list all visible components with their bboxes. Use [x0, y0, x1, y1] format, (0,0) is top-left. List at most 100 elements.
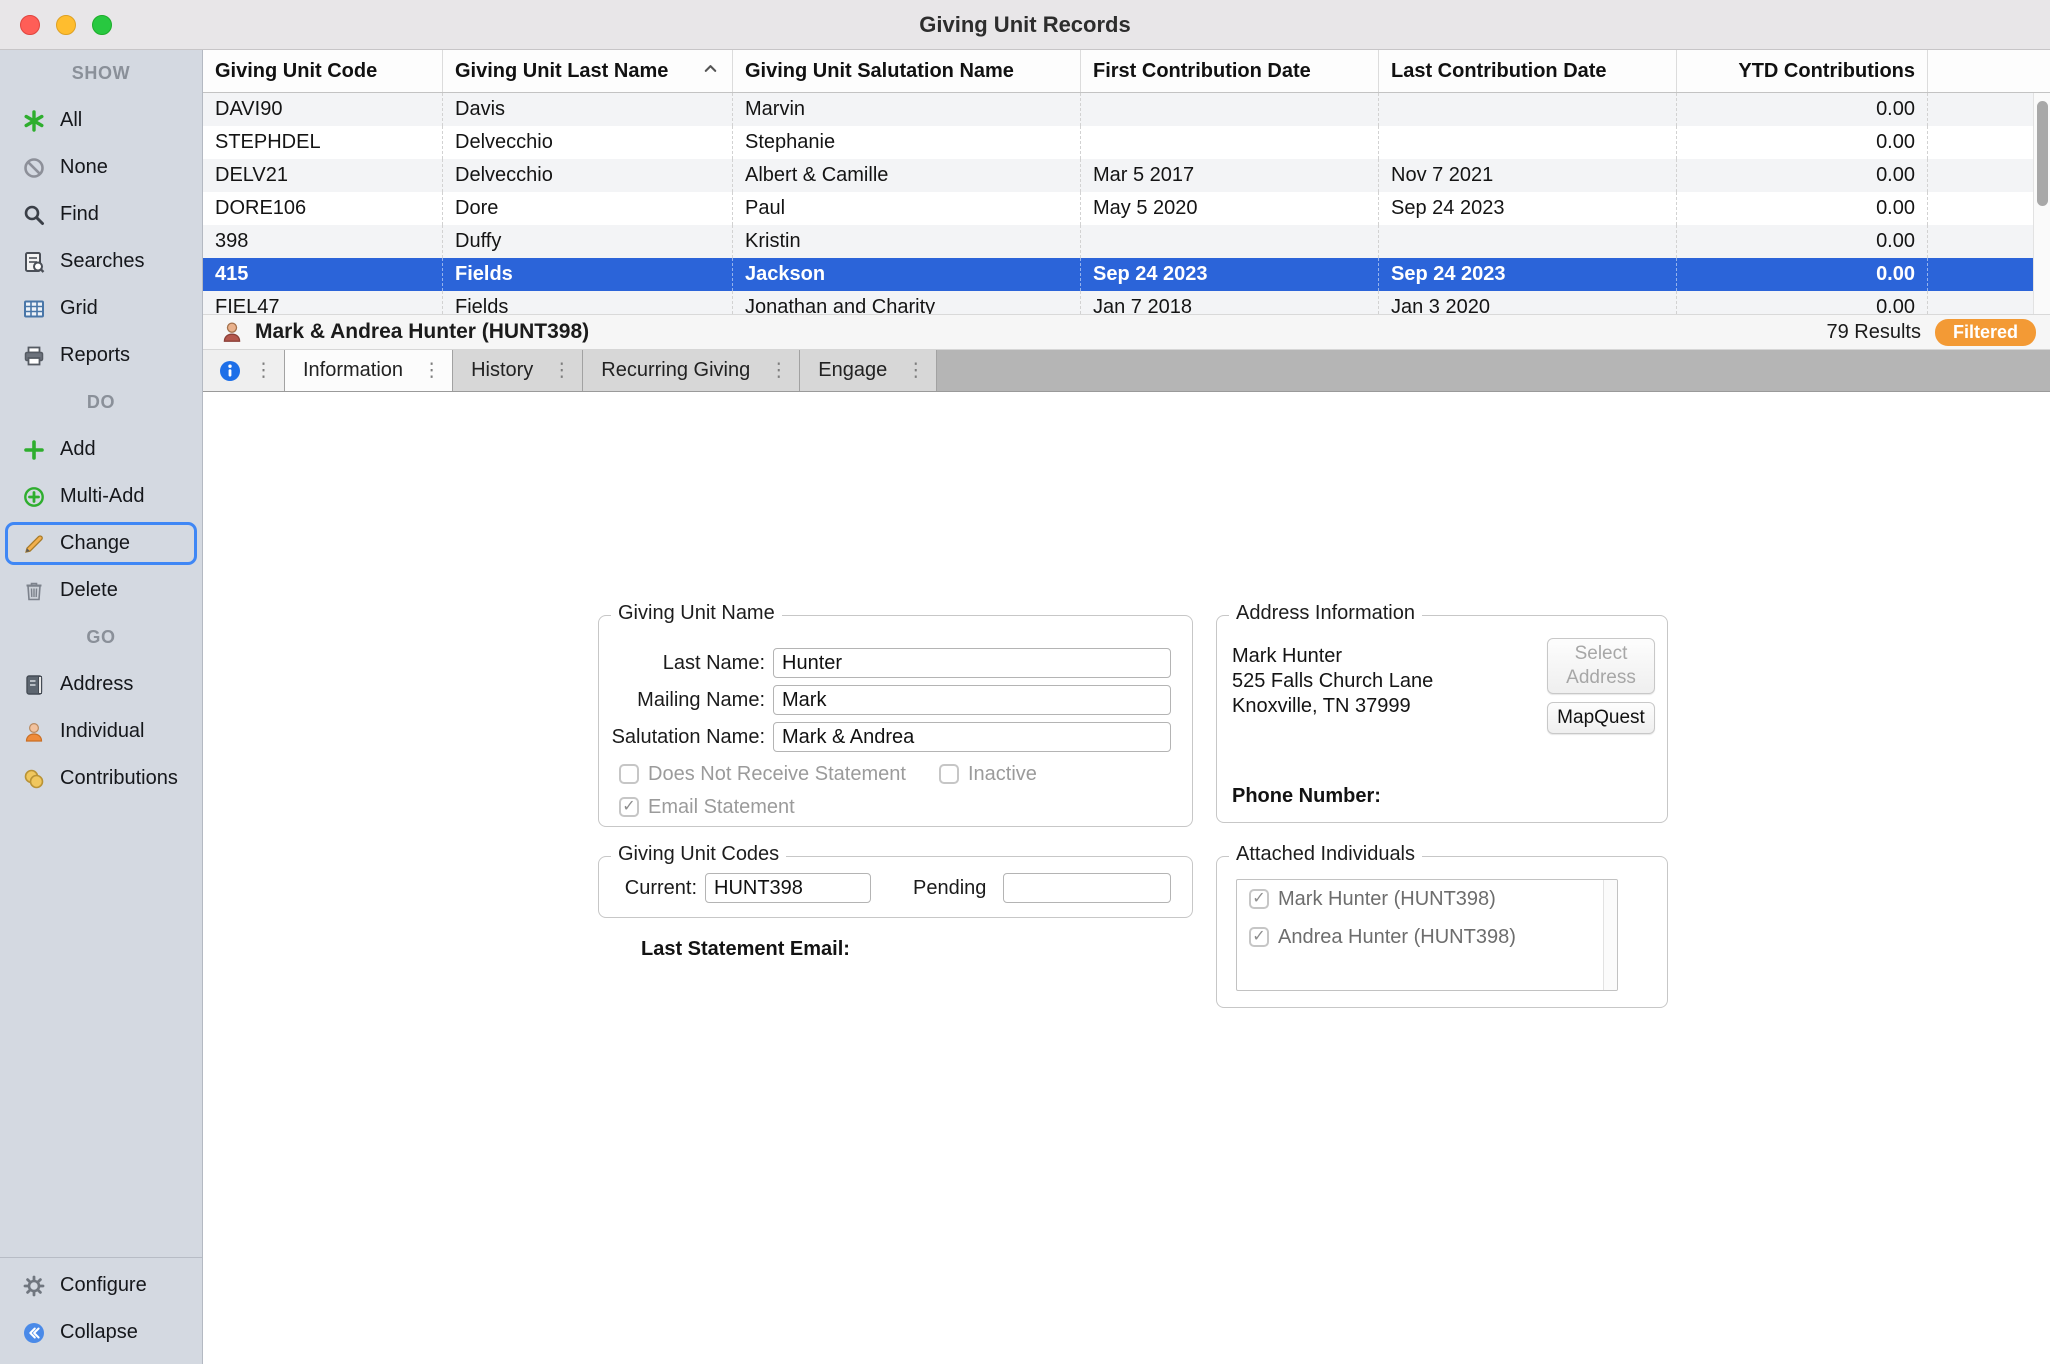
pencil-icon	[20, 530, 47, 557]
sidebar-item-label: Find	[60, 203, 99, 225]
sidebar-item-label: Delete	[60, 579, 118, 601]
last-name-input[interactable]	[773, 648, 1171, 678]
filtered-badge[interactable]: Filtered	[1934, 318, 2036, 346]
address-line: Knoxville, TN 37999	[1232, 695, 1411, 717]
gear-icon	[20, 1272, 47, 1299]
sidebar-item-reports[interactable]: Reports	[0, 332, 202, 379]
trash-icon	[20, 577, 47, 604]
cell-ytd: 0.00	[1677, 291, 1928, 314]
cell-last-date	[1379, 93, 1677, 126]
cell-salutation: Jackson	[733, 258, 1081, 291]
col-header-giving-unit-last-name[interactable]: Giving Unit Last Name	[443, 50, 733, 92]
cell-ytd: 0.00	[1677, 192, 1928, 225]
cell-code: 398	[203, 225, 443, 258]
current-code-input[interactable]	[705, 873, 871, 903]
table-row[interactable]: STEPHDEL Delvecchio Stephanie 0.00	[203, 126, 2050, 159]
sidebar-item-find[interactable]: Find	[0, 191, 202, 238]
salutation-name-input[interactable]	[773, 722, 1171, 752]
drag-handle-icon[interactable]: ⋮	[243, 359, 284, 382]
attached-individual-item[interactable]: ✓ Mark Hunter (HUNT398)	[1237, 880, 1617, 918]
tab-recurring-giving[interactable]: Recurring Giving ⋮	[583, 350, 801, 391]
cell-salutation: Jonathan and Charity	[733, 291, 1081, 314]
sidebar-item-label: All	[60, 109, 83, 131]
sidebar-item-delete[interactable]: Delete	[0, 567, 202, 614]
cell-last-name: Dore	[443, 192, 733, 225]
drag-handle-icon[interactable]: ⋮	[895, 359, 936, 382]
record-bar: Mark & Andrea Hunter (HUNT398) 79 Result…	[203, 314, 2050, 350]
sidebar-item-searches[interactable]: Searches	[0, 238, 202, 285]
tab-information[interactable]: Information ⋮	[285, 350, 454, 391]
tab-engage[interactable]: Engage ⋮	[800, 350, 938, 391]
table-row[interactable]: DELV21 Delvecchio Albert & Camille Mar 5…	[203, 159, 2050, 192]
pending-code-label: Pending	[913, 876, 987, 899]
inactive-checkbox[interactable]: Inactive	[939, 762, 1037, 786]
cell-last-name: Delvecchio	[443, 126, 733, 159]
cell-first-date: Jan 7 2018	[1081, 291, 1379, 314]
tab-info-segment[interactable]: ⋮	[203, 350, 285, 391]
cell-first-date	[1081, 126, 1379, 159]
cell-code: DORE106	[203, 192, 443, 225]
table-row[interactable]: 398 Duffy Kristin 0.00	[203, 225, 2050, 258]
does-not-receive-statement-checkbox[interactable]: Does Not Receive Statement	[619, 762, 906, 786]
sidebar-item-address[interactable]: Address	[0, 661, 202, 708]
sidebar-item-collapse[interactable]: Collapse	[0, 1309, 202, 1356]
checkbox-unchecked	[619, 764, 639, 784]
cell-code: 415	[203, 258, 443, 291]
record-title: Mark & Andrea Hunter (HUNT398)	[255, 320, 590, 343]
col-header-ytd-contributions[interactable]: YTD Contributions	[1677, 50, 1928, 92]
sidebar-item-grid[interactable]: Grid	[0, 285, 202, 332]
magnifier-icon	[20, 201, 47, 228]
table-row[interactable]: DAVI90 Davis Marvin 0.00	[203, 93, 2050, 126]
attached-individuals-group: Attached Individuals ✓ Mark Hunter (HUNT…	[1216, 843, 1668, 1008]
table-scrollbar[interactable]	[2033, 93, 2050, 314]
grid-icon	[20, 295, 47, 322]
minimize-button[interactable]	[56, 15, 76, 35]
attached-individual-item[interactable]: ✓ Andrea Hunter (HUNT398)	[1237, 918, 1617, 956]
pending-code-input[interactable]	[1003, 873, 1171, 903]
col-header-giving-unit-salutation-name[interactable]: Giving Unit Salutation Name	[733, 50, 1081, 92]
close-button[interactable]	[20, 15, 40, 35]
sidebar-item-configure[interactable]: Configure	[0, 1262, 202, 1309]
drag-handle-icon[interactable]: ⋮	[758, 359, 799, 382]
select-address-button[interactable]: Select Address	[1547, 638, 1655, 694]
cell-code: FIEL47	[203, 291, 443, 314]
sidebar-item-multi-add[interactable]: Multi-Add	[0, 473, 202, 520]
cell-salutation: Kristin	[733, 225, 1081, 258]
drag-handle-icon[interactable]: ⋮	[541, 359, 582, 382]
table-scrollbar-thumb[interactable]	[2037, 101, 2048, 206]
cell-ytd: 0.00	[1677, 225, 1928, 258]
table-row[interactable]: DORE106 Dore Paul May 5 2020 Sep 24 2023…	[203, 192, 2050, 225]
tab-label: History	[471, 359, 534, 381]
mailing-name-input[interactable]	[773, 685, 1171, 715]
sort-ascending-icon	[701, 59, 720, 84]
table-row-selected[interactable]: 415 Fields Jackson Sep 24 2023 Sep 24 20…	[203, 258, 2050, 291]
last-statement-email-label: Last Statement Email:	[641, 938, 850, 960]
sidebar-item-label: Configure	[60, 1274, 147, 1296]
col-header-first-contribution-date[interactable]: First Contribution Date	[1081, 50, 1379, 92]
sidebar-item-label: Add	[60, 438, 96, 460]
sidebar-item-all[interactable]: All	[0, 97, 202, 144]
giving-unit-codes-group: Giving Unit Codes Current: Pending	[598, 843, 1193, 918]
table-row[interactable]: FIEL47 Fields Jonathan and Charity Jan 7…	[203, 291, 2050, 314]
check-icon: ✓	[1252, 928, 1266, 945]
tab-bar: ⋮ Information ⋮ History ⋮ Recurring Givi…	[203, 350, 2050, 392]
tab-label: Information	[303, 359, 404, 381]
col-header-giving-unit-code[interactable]: Giving Unit Code	[203, 50, 443, 92]
circle-plus-icon	[20, 483, 47, 510]
sidebar-item-change[interactable]: Change	[0, 520, 202, 567]
email-statement-checkbox[interactable]: ✓ Email Statement	[619, 795, 795, 819]
col-header-last-contribution-date[interactable]: Last Contribution Date	[1379, 50, 1677, 92]
cell-ytd: 0.00	[1677, 159, 1928, 192]
sidebar-item-contributions[interactable]: Contributions	[0, 755, 202, 802]
sidebar-item-label: Individual	[60, 720, 145, 742]
check-icon: ✓	[622, 798, 636, 815]
sidebar-item-none[interactable]: None	[0, 144, 202, 191]
mapquest-button[interactable]: MapQuest	[1547, 702, 1655, 734]
tab-history[interactable]: History ⋮	[453, 350, 584, 391]
zoom-button[interactable]	[92, 15, 112, 35]
sidebar-item-add[interactable]: Add	[0, 426, 202, 473]
list-scrollbar[interactable]	[1603, 880, 1617, 990]
col-header-label: Giving Unit Last Name	[455, 59, 669, 82]
sidebar-item-individual[interactable]: Individual	[0, 708, 202, 755]
drag-handle-icon[interactable]: ⋮	[411, 359, 452, 382]
